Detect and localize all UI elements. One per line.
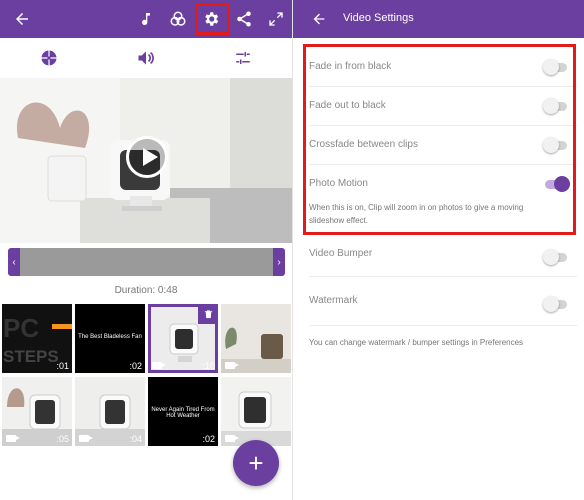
video-camera-icon [225, 435, 239, 442]
clip-duration: :02 [129, 361, 142, 371]
clip-caption: The Best Bladeless Fan [78, 334, 142, 340]
settings-top-bar: Video Settings [293, 0, 584, 38]
timeline-left-handle[interactable]: ‹ [8, 248, 20, 276]
clip-thumbnail[interactable]: PC STEPS :01 [2, 304, 72, 373]
volume-icon[interactable] [134, 46, 158, 70]
editor-tool-row [0, 38, 292, 78]
clip-grid: PC STEPS :01 The Best Bladeless Fan :02 [2, 304, 292, 447]
adjust-sliders-icon[interactable] [231, 46, 255, 70]
timeline-bar[interactable] [20, 248, 273, 276]
page-title: Video Settings [343, 12, 414, 24]
clip-thumbnail[interactable]: The Best Bladeless Fan :02 [75, 304, 145, 373]
video-preview[interactable] [0, 78, 292, 243]
clip-thumbnail[interactable] [221, 304, 291, 373]
clip-caption: Never Again Tired From Hot Weather [151, 407, 215, 419]
video-camera-icon [6, 435, 20, 442]
settings-highlight-box [303, 44, 576, 235]
timeline-scrubber[interactable]: ‹ › [8, 248, 285, 276]
clip-thumbnail[interactable]: :05 [2, 377, 72, 446]
color-filter-icon[interactable] [166, 7, 190, 31]
video-camera-icon [79, 435, 93, 442]
svg-text:STEPS: STEPS [3, 347, 59, 366]
editor-panel: ‹ › Duration: 0:48 PC STEPS :01 The Best… [0, 0, 292, 500]
setting-watermark: Watermark [309, 285, 577, 326]
clip-duration: :02 [202, 434, 215, 444]
clip-duration: :10 [202, 361, 215, 371]
clip-thumbnail[interactable] [221, 377, 291, 446]
duration-label: Duration: 0:48 [114, 285, 178, 296]
add-clip-button[interactable]: + [233, 440, 279, 486]
theme-icon[interactable] [37, 46, 61, 70]
clip-thumbnail-selected[interactable]: :10 [148, 304, 218, 373]
clip-thumbnail[interactable]: :04 [75, 377, 145, 446]
video-camera-icon [152, 362, 166, 369]
delete-clip-button[interactable] [198, 304, 218, 324]
clip-duration: :01 [56, 361, 69, 371]
clip-duration: :04 [129, 434, 142, 444]
play-button[interactable] [126, 136, 168, 178]
settings-highlight [195, 3, 230, 35]
editor-top-bar [0, 0, 292, 38]
clip-thumbnail[interactable]: Never Again Tired From Hot Weather :02 [148, 377, 218, 446]
music-note-icon[interactable] [134, 7, 158, 31]
back-arrow-icon[interactable] [307, 7, 331, 31]
setting-label: Watermark [309, 295, 358, 306]
expand-icon[interactable] [264, 7, 288, 31]
share-icon[interactable] [232, 7, 256, 31]
video-bumper-toggle[interactable] [543, 249, 567, 265]
preferences-note: You can change watermark / bumper settin… [309, 338, 524, 347]
back-arrow-icon[interactable] [10, 7, 34, 31]
svg-text:PC: PC [3, 313, 39, 343]
video-camera-icon [225, 362, 239, 369]
watermark-toggle[interactable] [543, 296, 567, 312]
clip-duration: :05 [56, 434, 69, 444]
setting-video-bumper: Video Bumper [309, 238, 577, 277]
setting-label: Video Bumper [309, 248, 373, 259]
timeline-right-handle[interactable]: › [273, 248, 285, 276]
